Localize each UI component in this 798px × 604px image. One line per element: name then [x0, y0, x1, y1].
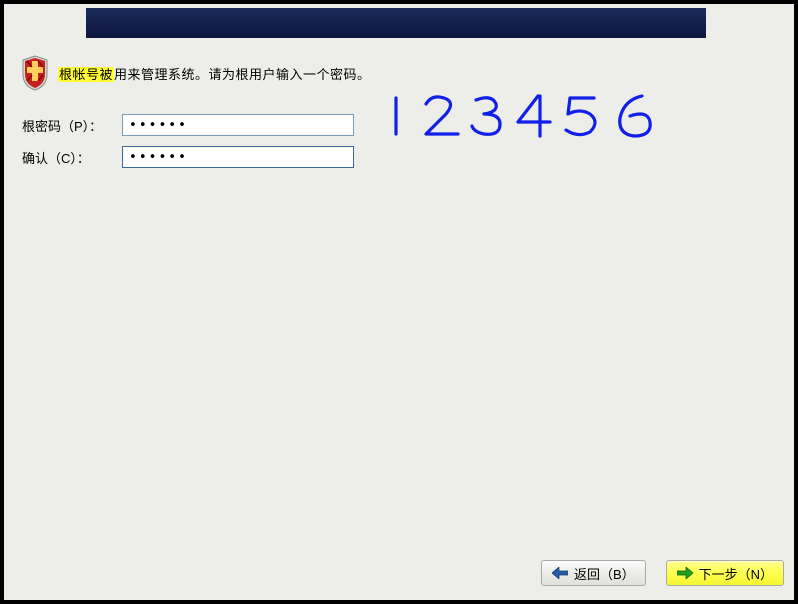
content-area: 根帐号被用来管理系统。请为根用户输入一个密码。 根密码（P）： 确认（C）：: [20, 44, 778, 178]
root-password-input[interactable]: [122, 114, 354, 136]
next-button[interactable]: 下一步（N）: [666, 560, 784, 586]
intro-row: 根帐号被用来管理系统。请为根用户输入一个密码。: [20, 54, 778, 92]
shield-crest-icon: [20, 54, 50, 92]
back-button-label: 返回（B）: [574, 564, 635, 583]
header-bar: [86, 8, 706, 38]
confirm-label: 确认（C）：: [22, 148, 122, 167]
confirm-password-input[interactable]: [122, 146, 354, 168]
installer-window: 根帐号被用来管理系统。请为根用户输入一个密码。 根密码（P）： 确认（C）：: [4, 4, 794, 600]
intro-highlighted: 根帐号被: [58, 67, 114, 82]
arrow-left-icon: [552, 567, 568, 579]
next-button-label: 下一步（N）: [699, 564, 773, 583]
button-bar: 返回（B） 下一步（N）: [541, 560, 784, 586]
password-row: 根密码（P）：: [22, 114, 778, 136]
intro-rest: 用来管理系统。请为根用户输入一个密码。: [114, 67, 371, 82]
arrow-right-icon: [677, 567, 693, 579]
intro-text: 根帐号被用来管理系统。请为根用户输入一个密码。: [58, 64, 371, 83]
back-button[interactable]: 返回（B）: [541, 560, 646, 586]
confirm-row: 确认（C）：: [22, 146, 778, 168]
password-label: 根密码（P）：: [22, 116, 122, 135]
